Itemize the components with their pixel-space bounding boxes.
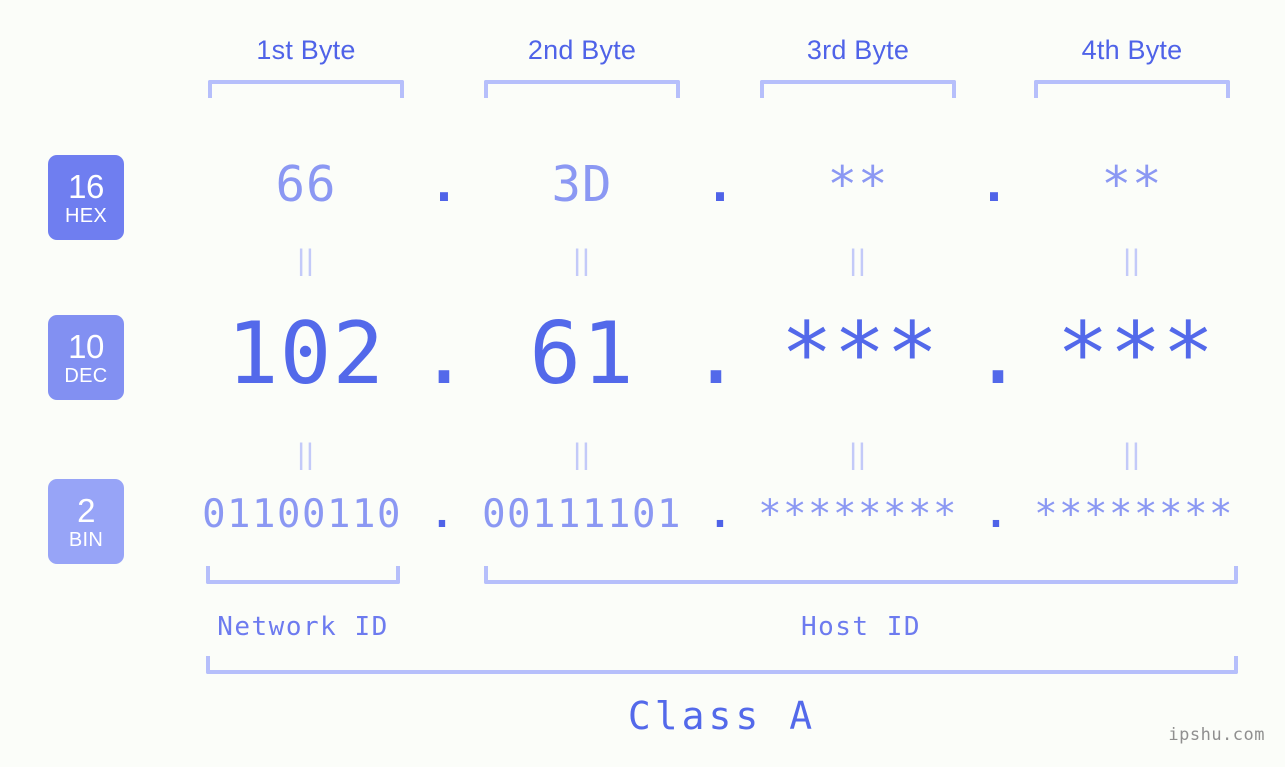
equals-separator-2-3: || [849, 438, 867, 471]
byte-header-label-3: 3rd Byte [806, 35, 910, 65]
hex-byte-1: 66 [275, 156, 337, 213]
base-badge-dec-number: 10 [68, 327, 104, 365]
dec-separator-2: . [690, 304, 742, 404]
equals-separator-1-3: || [849, 244, 867, 277]
equals-separator-1-1: || [297, 244, 315, 277]
byte-bracket-1 [208, 80, 404, 98]
equals-separator-2-2: || [573, 438, 591, 471]
hex-byte-4: ** [1101, 156, 1163, 213]
bin-byte-4: ******** [1034, 492, 1234, 537]
network-id-label: Network ID [217, 612, 389, 642]
byte-bracket-4 [1034, 80, 1230, 98]
ip-byte-diagram: 1st Byte 2nd Byte 3rd Byte 4th Byte 16 H… [0, 0, 1285, 767]
byte-header-label-4: 4th Byte [1081, 35, 1183, 65]
dec-byte-2: 61 [529, 304, 635, 404]
base-badge-bin-name: BIN [68, 528, 104, 551]
equals-separator-2-1: || [297, 438, 315, 471]
hex-separator-1: . [429, 156, 459, 213]
byte-bracket-2 [484, 80, 680, 98]
watermark: ipshu.com [1168, 725, 1265, 745]
dec-byte-4: *** [1056, 304, 1216, 404]
base-badge-bin-number: 2 [77, 491, 95, 529]
base-badge-dec: 10 DEC [48, 315, 124, 400]
dec-byte-1: 102 [226, 304, 386, 404]
hex-byte-3: ** [827, 156, 889, 213]
host-id-bracket [484, 566, 1238, 584]
base-badge-hex-name: HEX [64, 204, 108, 227]
equals-separator-1-2: || [573, 244, 591, 277]
dec-separator-3: . [972, 304, 1024, 404]
bin-separator-3: . [984, 492, 1008, 537]
dec-byte-3: *** [780, 304, 940, 404]
hex-separator-2: . [705, 156, 735, 213]
byte-header-label-2: 2nd Byte [527, 35, 637, 65]
network-id-bracket [206, 566, 400, 584]
hex-separator-3: . [979, 156, 1009, 213]
dec-separator-1: . [418, 304, 470, 404]
equals-separator-2-4: || [1123, 438, 1141, 471]
class-label: Class A [627, 694, 817, 738]
bin-separator-2: . [708, 492, 732, 537]
equals-separator-1-4: || [1123, 244, 1141, 277]
bin-byte-2: 00111101 [482, 492, 682, 537]
base-badge-hex-number: 16 [68, 167, 104, 205]
byte-header-label-1: 1st Byte [256, 35, 356, 65]
bin-separator-1: . [430, 492, 454, 537]
bin-byte-1: 01100110 [202, 492, 402, 537]
base-badge-bin: 2 BIN [48, 479, 124, 564]
base-badge-hex: 16 HEX [48, 155, 124, 240]
class-bracket [206, 656, 1238, 674]
byte-bracket-3 [760, 80, 956, 98]
bin-byte-3: ******** [758, 492, 958, 537]
base-badge-dec-name: DEC [64, 364, 108, 387]
host-id-label: Host ID [800, 612, 922, 642]
hex-byte-2: 3D [551, 156, 613, 213]
